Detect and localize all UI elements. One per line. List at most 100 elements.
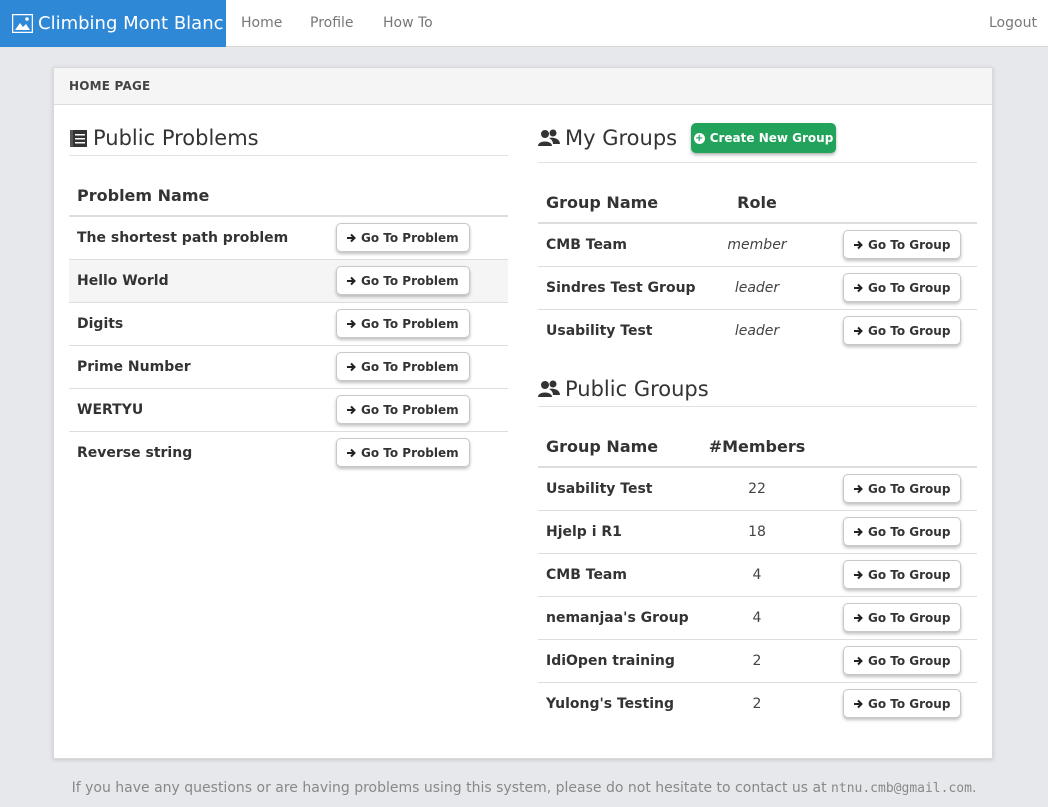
logout-link[interactable]: Logout <box>989 0 1037 46</box>
arrow-right-icon <box>853 326 863 336</box>
brand-link[interactable]: Climbing Mont Blanc <box>0 0 226 47</box>
arrow-right-icon <box>853 699 863 709</box>
users-icon <box>538 129 560 148</box>
go-to-problem-button[interactable]: Go To Problem <box>336 266 470 295</box>
group-role: member <box>720 223 794 267</box>
problem-name: WERTYU <box>69 388 328 432</box>
column-header-action <box>806 426 977 468</box>
action-cell: Go To Group <box>806 553 977 597</box>
nav-home[interactable]: Home <box>241 0 282 46</box>
group-role: leader <box>720 266 794 310</box>
action-cell: Go To Group <box>806 639 977 683</box>
go-to-group-button-label: Go To Group <box>868 653 951 668</box>
action-cell: Go To Group <box>806 510 977 554</box>
table-row: Hjelp i R1 18 Go To Group <box>538 510 977 554</box>
contact-email[interactable]: ntnu.cmb@gmail.com <box>831 781 972 796</box>
problem-name: Hello World <box>69 259 328 303</box>
go-to-group-button[interactable]: Go To Group <box>843 560 962 589</box>
go-to-group-button[interactable]: Go To Group <box>843 517 962 546</box>
go-to-group-button[interactable]: Go To Group <box>843 316 962 346</box>
go-to-group-button-label: Go To Group <box>868 237 951 252</box>
member-count: 2 <box>752 695 762 712</box>
member-count: 22 <box>708 467 806 511</box>
problem-name: The shortest path problem <box>69 216 328 260</box>
footer-end: . <box>971 780 977 796</box>
table-row: WERTYU Go To Problem <box>69 388 508 432</box>
problem-name: Prime Number <box>69 345 328 389</box>
member-count: 2 <box>708 639 806 683</box>
problem-name: Digits <box>69 302 328 346</box>
nav-howto[interactable]: How To <box>383 0 433 46</box>
arrow-right-icon <box>346 319 356 329</box>
group-role: leader <box>734 322 780 339</box>
go-to-group-button[interactable]: Go To Group <box>843 646 962 675</box>
member-count: 4 <box>708 596 806 640</box>
public-problems-table: Problem Name The shortest path problem Go… <box>69 175 508 474</box>
column-header-role: Role <box>720 182 794 224</box>
column-header-group-name: Group Name <box>538 426 708 468</box>
create-new-group-label: Create New Group <box>709 131 834 145</box>
go-to-group-button-label: Go To Group <box>868 696 951 711</box>
table-row: CMB Team member Go To Group <box>538 223 977 267</box>
my-groups-table: Group Name Role CMB Team member Go To Grou… <box>538 182 977 352</box>
arrow-right-icon <box>346 448 356 458</box>
action-cell: Go To Group <box>806 682 977 725</box>
table-row: Reverse string Go To Problem <box>69 431 508 474</box>
go-to-group-button-label: Go To Group <box>868 524 951 539</box>
divider <box>69 155 508 156</box>
public-groups-table: Group Name #Members Usability Test 22 Go T… <box>538 426 977 725</box>
group-name: Yulong's Testing <box>546 695 674 712</box>
group-name: Sindres Test Group <box>538 266 720 310</box>
action-cell: Go To Group <box>794 223 977 267</box>
action-cell: Go To Group <box>794 309 977 352</box>
go-to-group-button-label: Go To Group <box>868 610 951 625</box>
go-to-problem-button[interactable]: Go To Problem <box>336 438 470 468</box>
group-name: nemanjaa's Group <box>538 596 708 640</box>
go-to-problem-button[interactable]: Go To Problem <box>336 309 470 338</box>
go-to-group-button-label: Go To Group <box>868 323 951 338</box>
group-name: Usability Test <box>538 467 708 511</box>
go-to-group-button[interactable]: Go To Group <box>843 474 962 504</box>
arrow-right-icon <box>853 484 863 494</box>
action-cell: Go To Group <box>806 467 977 511</box>
public-groups-title-text: Public Groups <box>565 377 709 401</box>
public-problems-title-text: Public Problems <box>93 126 259 150</box>
users-icon <box>538 380 560 399</box>
column-header-members: #Members <box>708 426 806 468</box>
column-header-group-name: Group Name <box>538 182 720 224</box>
go-to-problem-button[interactable]: Go To Problem <box>336 395 470 424</box>
problem-name: Reverse string <box>77 444 193 461</box>
arrow-right-icon <box>346 233 356 243</box>
action-cell: Go To Group <box>806 596 977 640</box>
image-icon <box>11 14 33 34</box>
book-icon <box>69 129 88 148</box>
table-row: Usability Test 22 Go To Group <box>538 467 977 511</box>
go-to-problem-button[interactable]: Go To Problem <box>336 223 470 253</box>
public-problems-title: Public Problems <box>69 126 259 150</box>
table-row: Prime Number Go To Problem <box>69 345 508 389</box>
navbar: Climbing Mont Blanc Home Profile How To … <box>0 0 1048 47</box>
go-to-group-button[interactable]: Go To Group <box>843 273 962 302</box>
arrow-right-icon <box>853 613 863 623</box>
action-cell: Go To Problem <box>328 302 508 346</box>
action-cell: Go To Problem <box>328 216 508 260</box>
table-row: Hello World Go To Problem <box>69 259 508 303</box>
column-header-problem-name: Problem Name <box>69 175 328 217</box>
panel-heading: HOME PAGE <box>54 68 992 105</box>
go-to-group-button-label: Go To Group <box>868 481 951 496</box>
go-to-problem-button[interactable]: Go To Problem <box>336 352 470 381</box>
plus-circle-icon: + <box>693 132 705 144</box>
go-to-group-button[interactable]: Go To Group <box>843 603 962 632</box>
my-groups-title: My Groups <box>538 126 677 150</box>
arrow-right-icon <box>346 362 356 372</box>
action-cell: Go To Problem <box>328 431 508 474</box>
member-count: 18 <box>708 510 806 554</box>
create-new-group-button[interactable]: + Create New Group <box>691 123 836 153</box>
go-to-problem-button-label: Go To Problem <box>361 230 459 245</box>
divider <box>538 162 977 163</box>
nav-profile[interactable]: Profile <box>310 0 354 46</box>
go-to-group-button[interactable]: Go To Group <box>843 689 962 719</box>
go-to-group-button[interactable]: Go To Group <box>843 230 962 260</box>
go-to-problem-button-label: Go To Problem <box>361 402 459 417</box>
go-to-problem-button-label: Go To Problem <box>361 273 459 288</box>
